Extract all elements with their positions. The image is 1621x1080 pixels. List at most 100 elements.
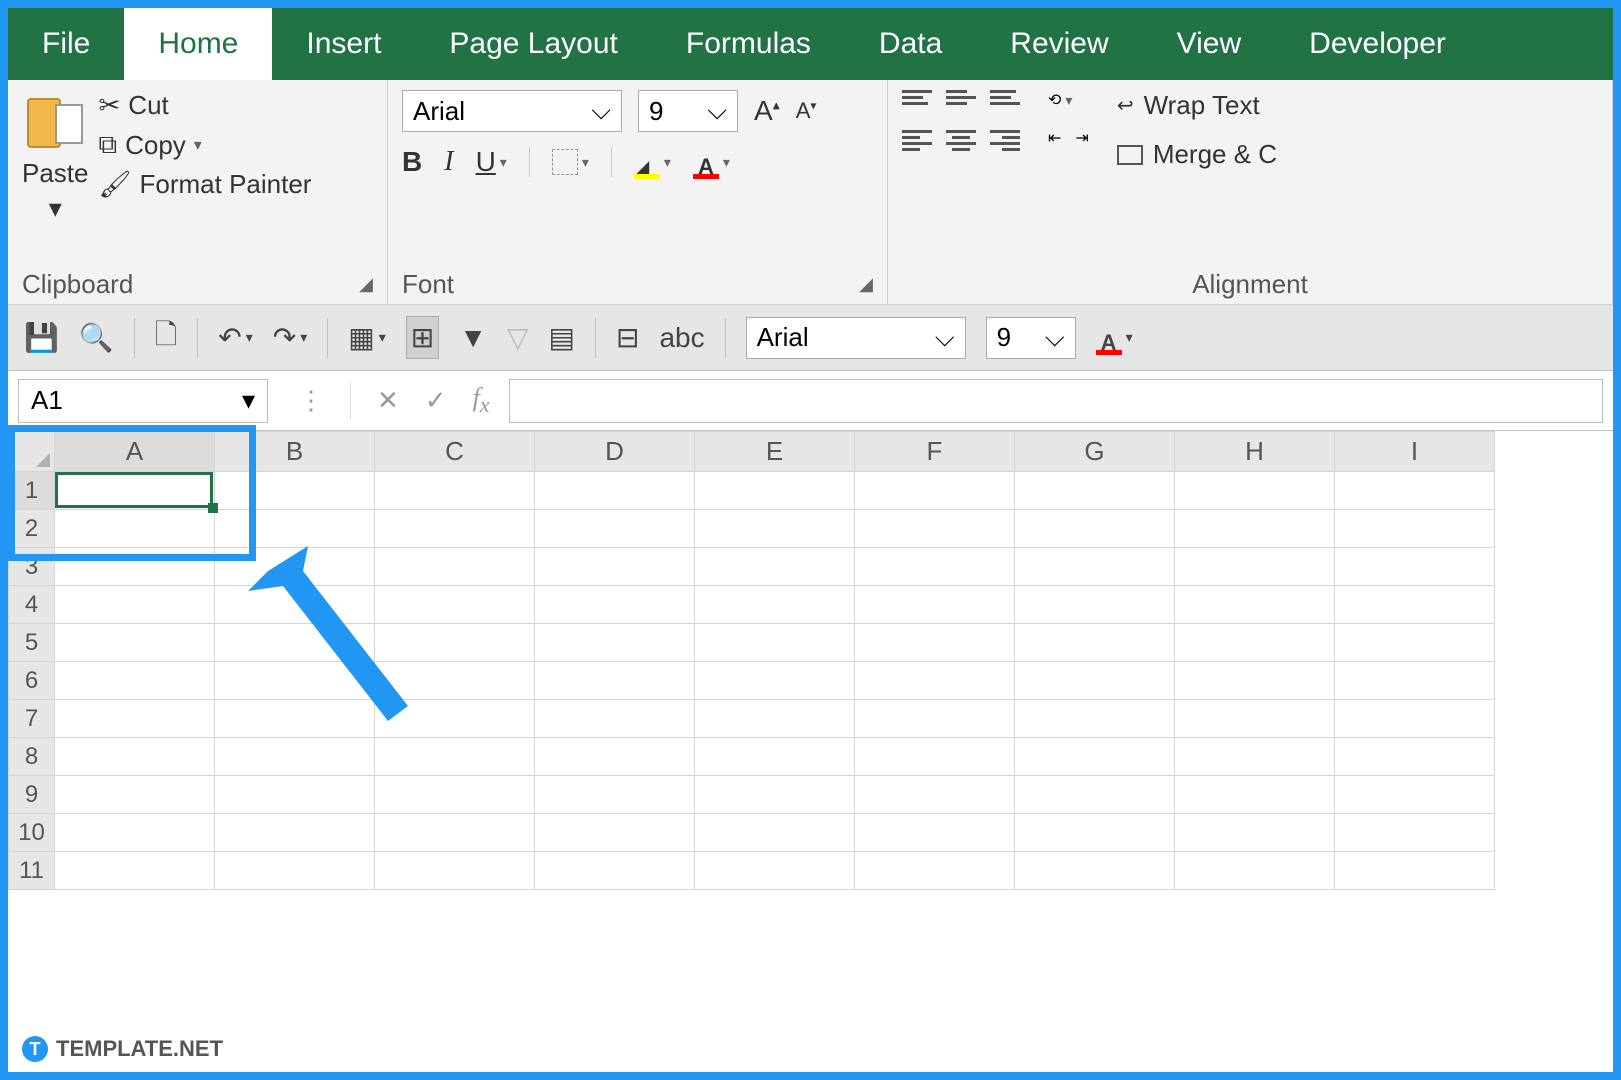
cell[interactable] [375,586,535,624]
column-header-G[interactable]: G [1015,432,1175,472]
cell[interactable] [1335,548,1495,586]
cell[interactable] [55,624,215,662]
tab-file[interactable]: File [8,8,124,80]
cell[interactable] [855,472,1015,510]
cell[interactable] [1175,472,1335,510]
tab-review[interactable]: Review [976,8,1142,80]
cell[interactable] [1175,814,1335,852]
cell[interactable] [695,624,855,662]
column-header-D[interactable]: D [535,432,695,472]
cell[interactable] [535,814,695,852]
cell[interactable] [55,852,215,890]
name-box[interactable]: A1 ▾ [18,379,268,423]
tab-view[interactable]: View [1143,8,1275,80]
cell[interactable] [855,852,1015,890]
cell[interactable] [55,700,215,738]
select-all-corner[interactable] [9,432,55,472]
cell[interactable] [55,510,215,548]
font-name-dropdown[interactable]: Arial ⌵ [402,90,622,132]
align-top-button[interactable] [902,90,932,112]
align-middle-button[interactable] [946,90,976,112]
cell[interactable] [55,814,215,852]
cell[interactable] [535,738,695,776]
cell[interactable] [695,852,855,890]
cell[interactable] [1175,662,1335,700]
cell[interactable] [215,472,375,510]
cell[interactable] [695,814,855,852]
cell[interactable] [535,776,695,814]
cell[interactable] [55,586,215,624]
cell[interactable] [855,510,1015,548]
cell[interactable] [1015,510,1175,548]
cell[interactable] [1335,776,1495,814]
cell[interactable] [215,776,375,814]
cell[interactable] [695,586,855,624]
cell[interactable] [855,776,1015,814]
cell[interactable] [375,738,535,776]
cell[interactable] [215,548,375,586]
cell[interactable] [695,510,855,548]
tab-page-layout[interactable]: Page Layout [415,8,651,80]
new-sheet-button[interactable]: 🗋 [155,314,178,362]
cut-button[interactable]: ✂ Cut [99,90,312,121]
cell[interactable] [1175,510,1335,548]
copy-button[interactable]: ⧉ Copy ▾ [99,129,312,161]
clear-filter-button[interactable]: ▽ [507,321,529,354]
cell[interactable] [1175,700,1335,738]
cell[interactable] [55,548,215,586]
decrease-font-button[interactable]: A▾ [796,98,817,124]
cell[interactable] [855,814,1015,852]
qat-font-size-dropdown[interactable]: 9 ⌵ [986,317,1076,359]
cell[interactable] [535,586,695,624]
row-header[interactable]: 4 [9,586,55,624]
cell[interactable] [1175,852,1335,890]
cell[interactable] [1335,852,1495,890]
row-header[interactable]: 9 [9,776,55,814]
cell[interactable] [695,548,855,586]
tab-home[interactable]: Home [124,8,272,80]
font-size-dropdown[interactable]: 9 ⌵ [638,90,738,132]
cell[interactable] [55,662,215,700]
paste-button[interactable]: Paste ▾ [22,90,89,224]
redo-button[interactable]: ↷▾ [273,321,308,354]
row-header[interactable]: 7 [9,700,55,738]
cell[interactable] [1175,548,1335,586]
font-color-button[interactable]: ▾ [693,149,730,175]
tab-insert[interactable]: Insert [272,8,415,80]
cell[interactable] [375,510,535,548]
row-header[interactable]: 3 [9,548,55,586]
row-header[interactable]: 10 [9,814,55,852]
cell[interactable] [215,738,375,776]
cell-A1[interactable] [55,472,215,510]
page-layout-button[interactable]: ▤ [549,321,575,354]
cell[interactable] [215,852,375,890]
undo-button[interactable]: ↶▾ [218,321,253,354]
cell[interactable] [855,700,1015,738]
cell[interactable] [375,662,535,700]
save-button[interactable]: 💾 [24,321,59,354]
cell[interactable] [535,624,695,662]
cell[interactable] [855,738,1015,776]
cell[interactable] [55,776,215,814]
cell[interactable] [1335,624,1495,662]
cancel-button[interactable]: ✕ [377,385,399,416]
cell[interactable] [1015,738,1175,776]
cell[interactable] [215,700,375,738]
decrease-indent-button[interactable]: ⇤ [1048,128,1061,148]
cell[interactable] [375,624,535,662]
cell[interactable] [375,814,535,852]
insert-function-button[interactable]: fx [473,383,490,418]
table-button[interactable]: ⊞ [406,316,439,359]
filter-button[interactable]: ▼ [459,322,487,354]
dialog-launcher-icon[interactable]: ◢ [859,274,873,295]
enter-button[interactable]: ✓ [425,385,447,416]
bold-button[interactable]: B [402,146,422,178]
format-painter-button[interactable]: 🖌 Format Painter [99,169,312,200]
row-header[interactable]: 2 [9,510,55,548]
row-header[interactable]: 11 [9,852,55,890]
row-header[interactable]: 1 [9,472,55,510]
wrap-text-button[interactable]: ↩ Wrap Text [1117,90,1277,121]
cell[interactable] [215,814,375,852]
tab-formulas[interactable]: Formulas [652,8,845,80]
cell[interactable] [1335,738,1495,776]
